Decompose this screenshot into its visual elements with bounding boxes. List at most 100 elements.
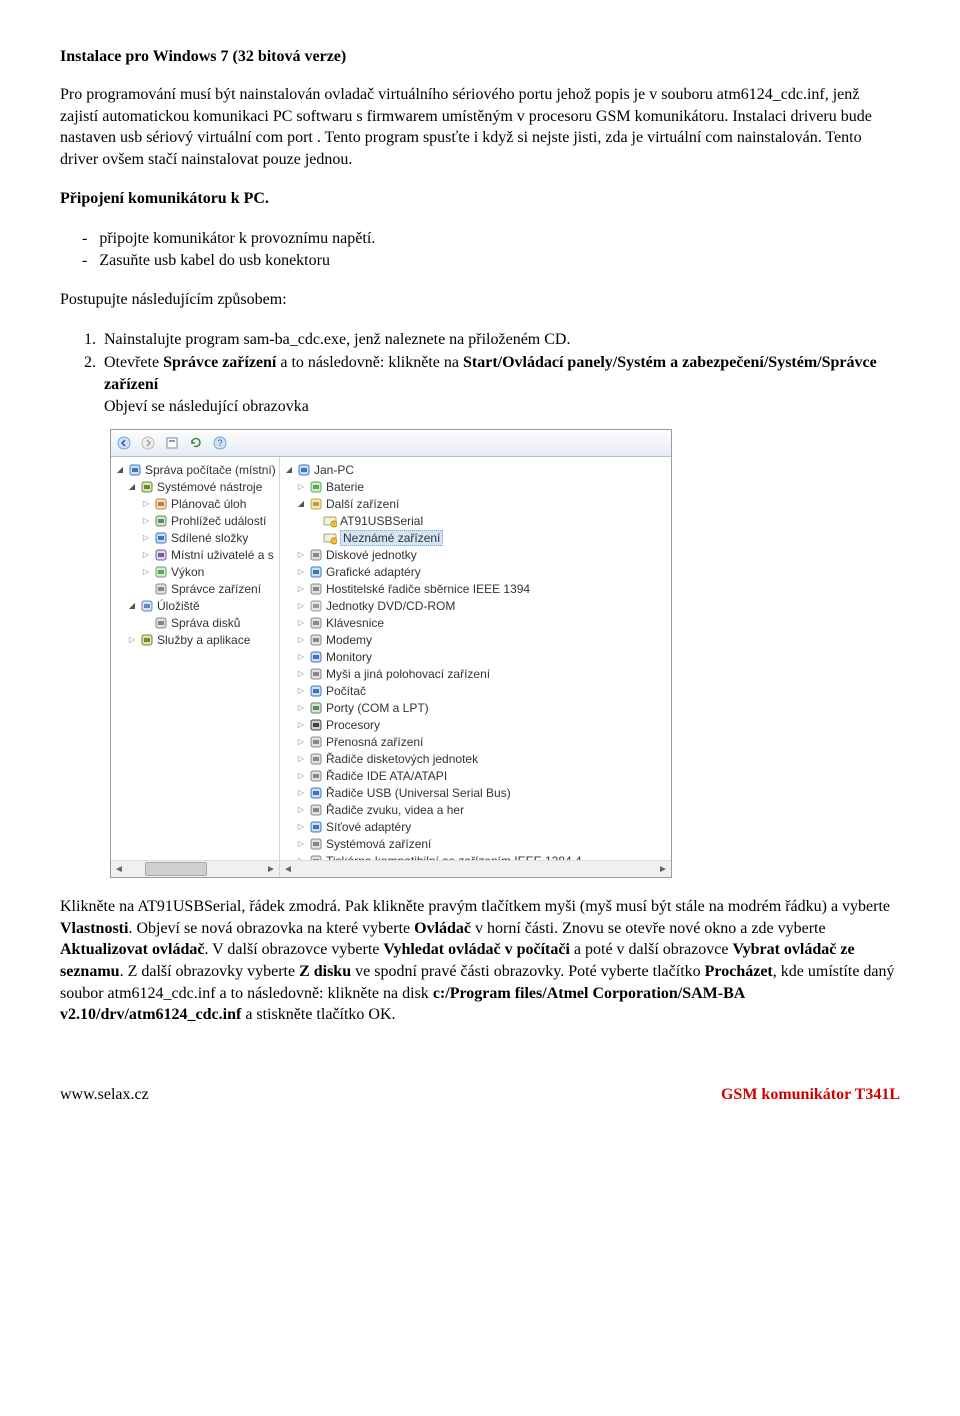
scroll-thumb[interactable] — [145, 862, 207, 876]
tree-item[interactable]: Jan-PC — [284, 461, 669, 478]
expand-icon[interactable] — [141, 515, 151, 526]
expand-icon[interactable] — [296, 685, 306, 696]
expand-icon[interactable] — [296, 651, 306, 662]
tree-item[interactable]: Správce zařízení — [115, 580, 277, 597]
tree-item[interactable]: Řadiče IDE ATA/ATAPI — [284, 767, 669, 784]
intro-paragraph: Pro programování musí být nainstalován o… — [60, 84, 900, 170]
refresh-icon[interactable] — [189, 436, 203, 450]
tree-item[interactable]: Další zařízení — [284, 495, 669, 512]
expand-icon[interactable] — [296, 787, 306, 798]
tree-item[interactable]: Modemy — [284, 631, 669, 648]
tree-item[interactable]: Jednotky DVD/CD-ROM — [284, 597, 669, 614]
properties-icon[interactable] — [165, 436, 179, 450]
tree-item[interactable]: Plánovač úloh — [115, 495, 277, 512]
expand-icon[interactable] — [296, 549, 306, 560]
tree-item[interactable]: Řadiče zvuku, videa a her — [284, 801, 669, 818]
tree-item-label: Další zařízení — [326, 497, 399, 511]
tree-item[interactable]: Služby a aplikace — [115, 631, 277, 648]
tree-item[interactable]: Místní uživatelé a s — [115, 546, 277, 563]
tree-item[interactable]: Správa disků — [115, 614, 277, 631]
expand-icon[interactable] — [127, 634, 137, 645]
tree-item-label: Hostitelské řadiče sběrnice IEEE 1394 — [326, 582, 530, 596]
expand-icon[interactable] — [296, 702, 306, 713]
svg-text:!: ! — [333, 539, 334, 545]
tree-item[interactable]: Sdílené složky — [115, 529, 277, 546]
expand-icon[interactable] — [296, 753, 306, 764]
tree-item[interactable]: Přenosná zařízení — [284, 733, 669, 750]
tree-item-label: Služby a aplikace — [157, 633, 250, 647]
collapse-icon[interactable] — [115, 464, 125, 475]
expand-icon[interactable] — [296, 804, 306, 815]
scrollbar-horizontal[interactable]: ◄ ► — [111, 860, 279, 877]
tree-item[interactable]: Řadiče USB (Universal Serial Bus) — [284, 784, 669, 801]
tree-item[interactable]: Počítač — [284, 682, 669, 699]
footer-product: GSM komunikátor T341L — [721, 1086, 900, 1104]
expand-icon[interactable] — [296, 668, 306, 679]
tree-item[interactable]: Klávesnice — [284, 614, 669, 631]
tree-item[interactable]: Úložiště — [115, 597, 277, 614]
tree-item[interactable]: Prohlížeč událostí — [115, 512, 277, 529]
clock-icon — [154, 497, 168, 511]
tree-item[interactable]: Diskové jednotky — [284, 546, 669, 563]
help-icon[interactable]: ? — [213, 436, 227, 450]
tree-item[interactable]: Řadiče disketových jednotek — [284, 750, 669, 767]
expand-icon[interactable] — [296, 838, 306, 849]
svg-text:?: ? — [217, 438, 222, 448]
tree-item[interactable]: Správa počítače (místní) — [115, 461, 277, 478]
collapse-icon[interactable] — [284, 464, 294, 475]
device-manager-window: ? Správa počítače (místní)Systémové nást… — [110, 429, 672, 878]
expand-icon[interactable] — [296, 821, 306, 832]
expand-icon[interactable] — [141, 549, 151, 560]
expand-icon[interactable] — [296, 566, 306, 577]
right-pane: Jan-PCBaterie Další zařízení!AT91USBSeria… — [280, 457, 671, 877]
expand-icon[interactable] — [296, 600, 306, 611]
tree-item[interactable]: Hostitelské řadiče sběrnice IEEE 1394 — [284, 580, 669, 597]
tree-item-label: Řadiče IDE ATA/ATAPI — [326, 769, 447, 783]
expand-icon[interactable] — [141, 498, 151, 509]
expand-icon[interactable] — [296, 719, 306, 730]
port-icon — [309, 701, 323, 715]
event-icon — [154, 514, 168, 528]
tree-item[interactable]: Myši a jiná polohovací zařízení — [284, 665, 669, 682]
monitor-icon — [309, 650, 323, 664]
tree-item[interactable]: Porty (COM a LPT) — [284, 699, 669, 716]
collapse-icon[interactable] — [127, 600, 137, 611]
expand-icon[interactable] — [296, 481, 306, 492]
forward-icon[interactable] — [141, 436, 155, 450]
collapse-icon[interactable] — [296, 498, 306, 509]
list-item: Nainstalujte program sam-ba_cdc.exe, jen… — [100, 329, 900, 351]
tree-item[interactable]: Baterie — [284, 478, 669, 495]
expand-icon[interactable] — [296, 583, 306, 594]
tree-item-label: Přenosná zařízení — [326, 735, 423, 749]
list-item: Zasuňte usb kabel do usb konektoru — [60, 250, 900, 272]
tree-item[interactable]: Monitory — [284, 648, 669, 665]
expand-icon[interactable] — [296, 770, 306, 781]
expand-icon[interactable] — [296, 634, 306, 645]
collapse-icon[interactable] — [127, 481, 137, 492]
tree-item[interactable]: Systémová zařízení — [284, 835, 669, 852]
scroll-left-icon[interactable]: ◄ — [111, 864, 127, 875]
tree-item[interactable]: !AT91USBSerial — [284, 512, 669, 529]
tree-item[interactable]: Systémové nástroje — [115, 478, 277, 495]
tree-item[interactable]: !Neznámé zařízení — [284, 529, 669, 546]
tree-item[interactable]: Výkon — [115, 563, 277, 580]
warn-icon: ! — [323, 531, 337, 545]
scroll-right-icon[interactable]: ► — [263, 864, 279, 875]
tree-item-label: Místní uživatelé a s — [171, 548, 274, 562]
storage-icon — [140, 599, 154, 613]
tree-item-label: Porty (COM a LPT) — [326, 701, 429, 715]
expand-icon[interactable] — [296, 736, 306, 747]
tree-item[interactable]: Grafické adaptéry — [284, 563, 669, 580]
tree-item-label: Počítač — [326, 684, 366, 698]
tree-item[interactable]: Procesory — [284, 716, 669, 733]
expand-icon[interactable] — [296, 617, 306, 628]
tree-item[interactable]: Síťové adaptéry — [284, 818, 669, 835]
scroll-left-icon[interactable]: ◄ — [280, 864, 296, 875]
scrollbar-horizontal[interactable]: ◄ ► — [280, 860, 671, 877]
expand-icon[interactable] — [141, 566, 151, 577]
tree-item-label: Myši a jiná polohovací zařízení — [326, 667, 490, 681]
tree-item-label: Monitory — [326, 650, 372, 664]
back-icon[interactable] — [117, 436, 131, 450]
scroll-right-icon[interactable]: ► — [655, 864, 671, 875]
expand-icon[interactable] — [141, 532, 151, 543]
